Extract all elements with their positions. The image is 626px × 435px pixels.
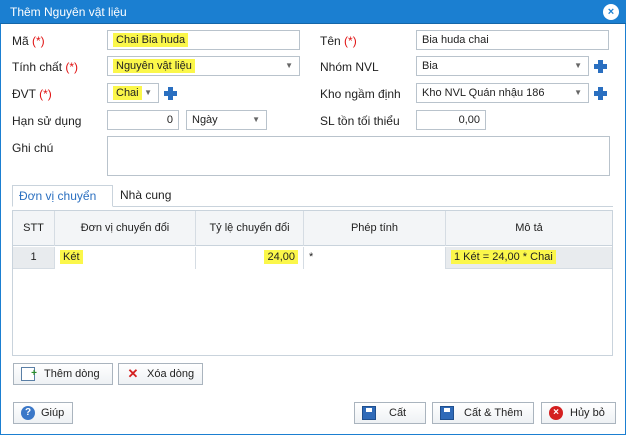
delete-row-label: Xóa dòng bbox=[147, 368, 195, 380]
add-dvt-plus-icon[interactable] bbox=[163, 86, 178, 101]
han-su-dung-input[interactable]: 0 bbox=[107, 110, 179, 130]
window-title: Thêm Nguyên vật liệu bbox=[10, 5, 127, 19]
cell-ty-le[interactable]: 24,00 bbox=[196, 247, 304, 269]
help-icon: ? bbox=[21, 406, 35, 420]
tinh-chat-label: Tính chất (*) bbox=[12, 60, 79, 74]
col-mo-ta[interactable]: Mô tả bbox=[446, 211, 612, 246]
close-icon[interactable]: × bbox=[603, 4, 619, 20]
cell-phep-tinh[interactable]: * bbox=[304, 247, 446, 269]
cell-don-vi-value: Két bbox=[60, 250, 83, 264]
sl-ton-toi-thieu-label: SL tồn tối thiểu bbox=[320, 114, 400, 128]
table-row[interactable]: 1 Két 24,00 * 1 Két = 24,00 * Chai bbox=[13, 247, 612, 269]
col-phep-tinh[interactable]: Phép tính bbox=[304, 211, 446, 246]
nhom-nvl-select[interactable]: Bia ▼ bbox=[416, 56, 589, 76]
dvt-value: Chai bbox=[113, 86, 142, 100]
save-add-button[interactable]: Cất & Thêm bbox=[432, 402, 534, 424]
han-su-dung-unit-select[interactable]: Ngày ▼ bbox=[186, 110, 267, 130]
grid-header: STT Đơn vị chuyển đổi Tỷ lệ chuyển đổi P… bbox=[13, 211, 612, 246]
tinh-chat-value: Nguyên vật liệu bbox=[113, 59, 195, 73]
cell-don-vi[interactable]: Két bbox=[55, 247, 196, 269]
chevron-down-icon[interactable]: ▼ bbox=[144, 84, 152, 102]
tab-don-vi-chuyen-doi[interactable]: Đơn vị chuyển đổi bbox=[12, 185, 113, 224]
ghi-chu-textarea[interactable] bbox=[107, 136, 610, 176]
cell-ty-le-value: 24,00 bbox=[264, 250, 298, 264]
ma-input[interactable]: Chai Bia huda bbox=[107, 30, 300, 50]
cancel-button[interactable]: × Hủy bỏ bbox=[541, 402, 616, 424]
col-ty-le[interactable]: Tỷ lệ chuyển đổi bbox=[196, 211, 304, 246]
add-row-icon bbox=[21, 364, 37, 384]
kho-ngam-dinh-value: Kho NVL Quán nhậu 186 bbox=[422, 87, 545, 99]
cell-mo-ta: 1 Két = 24,00 * Chai bbox=[446, 247, 612, 269]
tinh-chat-select[interactable]: Nguyên vật liệu ▼ bbox=[107, 56, 300, 76]
title-bar: Thêm Nguyên vật liệu × bbox=[0, 0, 626, 24]
cancel-label: Hủy bỏ bbox=[570, 407, 605, 419]
add-row-label: Thêm dòng bbox=[44, 368, 100, 380]
ghi-chu-label: Ghi chú bbox=[12, 141, 54, 155]
help-button[interactable]: ? Giúp bbox=[13, 402, 73, 424]
save-icon bbox=[440, 406, 454, 420]
cell-mo-ta-value: 1 Két = 24,00 * Chai bbox=[451, 250, 556, 264]
save-label: Cất bbox=[389, 407, 407, 419]
col-stt[interactable]: STT bbox=[13, 211, 55, 246]
save-button[interactable]: Cất bbox=[354, 402, 426, 424]
add-row-button[interactable]: Thêm dòng bbox=[13, 363, 113, 385]
kho-ngam-dinh-label: Kho ngầm định bbox=[320, 87, 401, 101]
conversion-grid: STT Đơn vị chuyển đổi Tỷ lệ chuyển đổi P… bbox=[12, 210, 613, 356]
chevron-down-icon[interactable]: ▼ bbox=[574, 84, 582, 102]
add-kho-plus-icon[interactable] bbox=[593, 86, 608, 101]
col-don-vi[interactable]: Đơn vị chuyển đổi bbox=[55, 211, 196, 246]
kho-ngam-dinh-select[interactable]: Kho NVL Quán nhậu 186 ▼ bbox=[416, 83, 589, 103]
ten-label: Tên (*) bbox=[320, 34, 357, 48]
ma-label: Mã (*) bbox=[12, 34, 45, 48]
ten-input[interactable]: Bia huda chai bbox=[416, 30, 609, 50]
chevron-down-icon[interactable]: ▼ bbox=[285, 57, 293, 75]
chevron-down-icon[interactable]: ▼ bbox=[574, 57, 582, 75]
cancel-icon: × bbox=[549, 406, 563, 420]
save-icon bbox=[362, 406, 376, 420]
delete-row-button[interactable]: ✕ Xóa dòng bbox=[118, 363, 203, 385]
dvt-select[interactable]: Chai ▼ bbox=[107, 83, 159, 103]
nhom-nvl-label: Nhóm NVL bbox=[320, 60, 379, 74]
delete-icon: ✕ bbox=[127, 366, 139, 381]
tab-nha-cung-cap[interactable]: Nhà cung cấp bbox=[114, 185, 194, 223]
ma-value: Chai Bia huda bbox=[113, 33, 189, 47]
chevron-down-icon[interactable]: ▼ bbox=[252, 111, 260, 129]
cell-stt: 1 bbox=[13, 247, 55, 269]
save-add-label: Cất & Thêm bbox=[464, 407, 523, 419]
han-su-dung-label: Hạn sử dụng bbox=[12, 114, 82, 128]
add-nhom-nvl-plus-icon[interactable] bbox=[593, 59, 608, 74]
tab-strip: Đơn vị chuyển đổi Nhà cung cấp bbox=[12, 185, 613, 224]
dvt-label: ĐVT (*) bbox=[12, 87, 52, 101]
nhom-nvl-value: Bia bbox=[422, 60, 438, 72]
han-su-dung-unit-value: Ngày bbox=[192, 114, 218, 126]
sl-ton-toi-thieu-input[interactable]: 0,00 bbox=[416, 110, 486, 130]
help-label: Giúp bbox=[41, 407, 65, 419]
